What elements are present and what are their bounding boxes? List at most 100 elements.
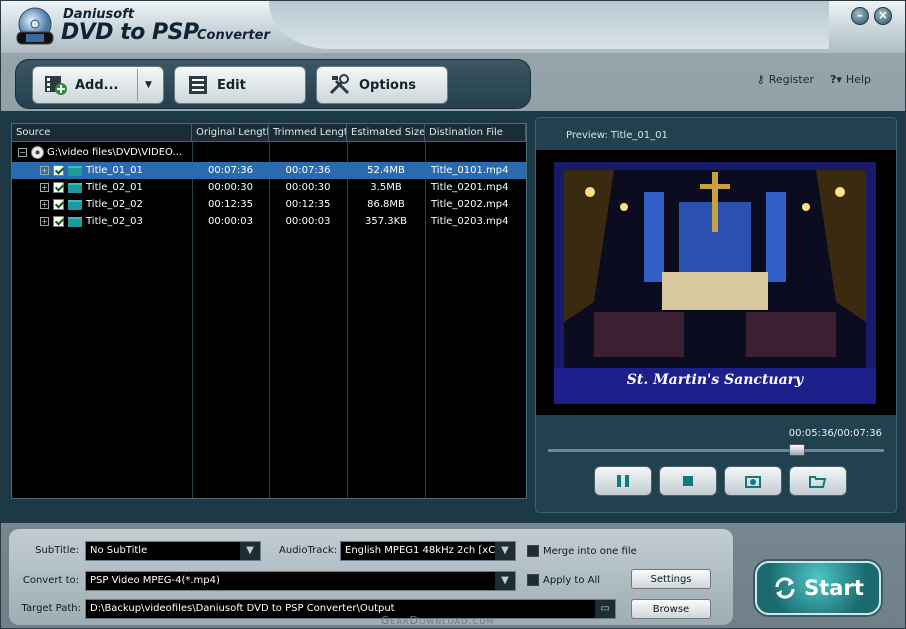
settings-button[interactable]: Settings bbox=[631, 569, 711, 589]
convert-label: Convert to: bbox=[22, 575, 79, 586]
help-link[interactable]: ?▾ Help bbox=[830, 73, 871, 86]
column-trimmed-length[interactable]: Trimmed Length bbox=[269, 124, 347, 141]
audiotrack-label: AudioTrack: bbox=[279, 545, 337, 556]
folder-icon bbox=[68, 165, 82, 176]
expand-icon[interactable]: + bbox=[40, 217, 49, 226]
row-title: Title_02_03 bbox=[86, 216, 143, 227]
add-film-icon bbox=[43, 73, 69, 97]
target-label: Target Path: bbox=[21, 603, 81, 614]
source-path: G:\video files\DVD\VIDEO... bbox=[47, 147, 183, 158]
merge-checkbox[interactable] bbox=[527, 545, 539, 557]
snapshot-button[interactable] bbox=[724, 466, 782, 496]
app-window: Daniusoft DVD to PSP Converter – × Add..… bbox=[0, 0, 906, 629]
row-checkbox[interactable] bbox=[53, 165, 64, 176]
folder-browse-icon[interactable]: ▭ bbox=[595, 600, 615, 618]
table-row[interactable]: + Title_02_02 00:12:35 00:12:35 86.8MB T… bbox=[12, 196, 526, 213]
convert-value: PSP Video MPEG-4(*.mp4) bbox=[90, 575, 220, 586]
start-button[interactable]: Start bbox=[755, 561, 881, 615]
options-button[interactable]: Options bbox=[316, 66, 448, 104]
seek-thumb[interactable] bbox=[788, 444, 805, 456]
add-split-divider bbox=[137, 69, 138, 101]
folder-open-icon bbox=[809, 476, 827, 488]
column-source[interactable]: Source bbox=[12, 124, 192, 141]
chevron-down-icon[interactable]: ▼ bbox=[495, 572, 515, 590]
open-folder-button[interactable] bbox=[789, 466, 847, 496]
stop-button[interactable] bbox=[659, 466, 717, 496]
minimize-button[interactable]: – bbox=[851, 7, 869, 25]
file-list[interactable]: Source Original Length Trimmed Length Es… bbox=[11, 123, 527, 499]
preview-screen: St. Martin's Sanctuary bbox=[536, 150, 896, 415]
add-button-label: Add... bbox=[75, 77, 119, 93]
video-frame bbox=[554, 162, 876, 404]
target-path-field[interactable]: D:\Backup\videofiles\Daniusoft DVD to PS… bbox=[85, 599, 616, 619]
row-title: Title_02_01 bbox=[86, 182, 143, 193]
table-row[interactable]: + Title_01_01 00:07:36 00:07:36 52.4MB T… bbox=[12, 162, 526, 179]
row-trimmed-length: 00:07:36 bbox=[285, 165, 331, 176]
row-original-length: 00:12:35 bbox=[208, 199, 253, 210]
merge-label: Merge into one file bbox=[543, 546, 637, 557]
row-trimmed-length: 00:00:03 bbox=[285, 216, 331, 227]
add-dropdown-icon[interactable]: ▼ bbox=[145, 80, 152, 90]
collapse-icon[interactable]: − bbox=[18, 148, 27, 157]
subtitle-value: No SubTitle bbox=[90, 545, 148, 556]
apply-all-checkbox[interactable] bbox=[527, 574, 539, 586]
file-list-header: Source Original Length Trimmed Length Es… bbox=[12, 124, 526, 142]
row-checkbox[interactable] bbox=[53, 199, 64, 210]
product-title: DVD to PSP bbox=[61, 20, 199, 45]
register-label: Register bbox=[768, 73, 815, 86]
row-estimated-size: 86.8MB bbox=[367, 199, 405, 210]
start-label: Start bbox=[804, 576, 864, 600]
expand-icon[interactable]: + bbox=[40, 183, 49, 192]
subtitle-label: SubTitle: bbox=[35, 545, 79, 556]
options-button-label: Options bbox=[359, 77, 416, 93]
column-estimated-size[interactable]: Estimated Size bbox=[347, 124, 425, 141]
close-button[interactable]: × bbox=[874, 7, 892, 25]
expand-icon[interactable]: + bbox=[40, 200, 49, 209]
title-bar: Daniusoft DVD to PSP Converter – × bbox=[1, 1, 905, 53]
folder-icon bbox=[68, 216, 82, 227]
row-original-length: 00:07:36 bbox=[208, 165, 253, 176]
column-original-length[interactable]: Original Length bbox=[192, 124, 269, 141]
edit-button-label: Edit bbox=[217, 77, 246, 93]
pause-icon bbox=[617, 475, 629, 487]
column-destination-file[interactable]: Distination File bbox=[425, 124, 526, 141]
folder-icon bbox=[68, 199, 82, 210]
target-path-value: D:\Backup\videofiles\Daniusoft DVD to PS… bbox=[90, 603, 395, 614]
expand-icon[interactable]: + bbox=[40, 166, 49, 175]
header-links: ⚷ Register ?▾ Help bbox=[757, 73, 871, 86]
row-estimated-size: 3.5MB bbox=[370, 182, 402, 193]
audiotrack-value: English MPEG1 48kHz 2ch [xC0] bbox=[345, 545, 506, 556]
chevron-down-icon[interactable]: ▼ bbox=[495, 542, 515, 560]
convert-select[interactable]: PSP Video MPEG-4(*.mp4) ▼ bbox=[85, 571, 516, 591]
table-row[interactable]: + Title_02_01 00:00:30 00:00:30 3.5MB Ti… bbox=[12, 179, 526, 196]
row-destination-file: Title_0202.mp4 bbox=[431, 199, 509, 210]
preview-title: Preview: Title_01_01 bbox=[566, 130, 668, 141]
register-link[interactable]: ⚷ Register bbox=[757, 73, 814, 86]
main-area: Source Original Length Trimmed Length Es… bbox=[1, 111, 905, 523]
row-destination-file: Title_0203.mp4 bbox=[431, 216, 509, 227]
row-destination-file: Title_0201.mp4 bbox=[431, 182, 509, 193]
folder-icon bbox=[68, 182, 82, 193]
subtitle-select[interactable]: No SubTitle ▼ bbox=[85, 541, 261, 561]
row-checkbox[interactable] bbox=[53, 182, 64, 193]
row-title: Title_01_01 bbox=[86, 165, 143, 176]
row-title: Title_02_02 bbox=[86, 199, 143, 210]
source-root-row[interactable]: − G:\video files\DVD\VIDEO... bbox=[12, 144, 526, 161]
audiotrack-select[interactable]: English MPEG1 48kHz 2ch [xC0] ▼ bbox=[340, 541, 516, 561]
dvd-disc-icon bbox=[31, 146, 44, 159]
row-checkbox[interactable] bbox=[53, 216, 64, 227]
browse-button[interactable]: Browse bbox=[631, 599, 711, 619]
chevron-down-icon[interactable]: ▼ bbox=[240, 542, 260, 560]
row-trimmed-length: 00:12:35 bbox=[285, 199, 331, 210]
pause-button[interactable] bbox=[594, 466, 652, 496]
dvd-logo-icon bbox=[16, 7, 54, 45]
table-row[interactable]: + Title_02_03 00:00:03 00:00:03 357.3KB … bbox=[12, 213, 526, 230]
edit-button[interactable]: Edit bbox=[174, 66, 306, 104]
seek-slider[interactable] bbox=[548, 444, 884, 456]
row-estimated-size: 357.3KB bbox=[364, 216, 408, 227]
row-estimated-size: 52.4MB bbox=[367, 165, 405, 176]
stop-icon bbox=[683, 476, 693, 486]
row-trimmed-length: 00:00:30 bbox=[285, 182, 331, 193]
add-button[interactable]: Add... ▼ bbox=[32, 66, 164, 104]
settings-panel: SubTitle: No SubTitle ▼ AudioTrack: Engl… bbox=[9, 529, 733, 625]
